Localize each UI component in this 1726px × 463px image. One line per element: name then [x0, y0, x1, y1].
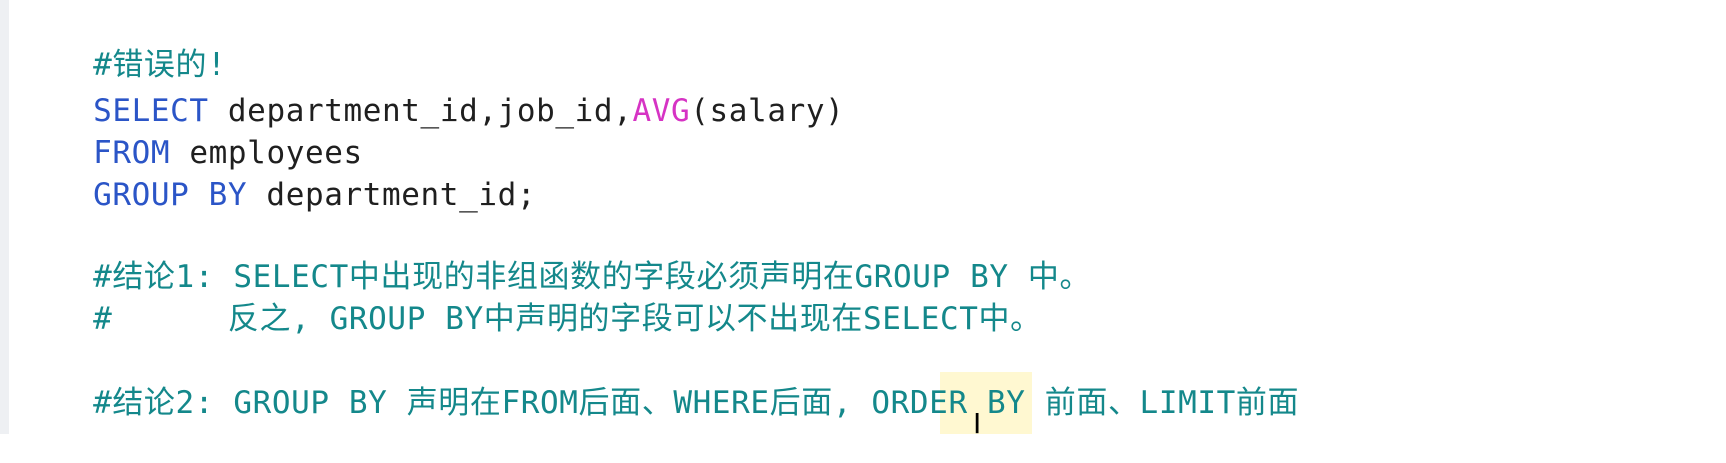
- editor-gutter: [0, 0, 9, 434]
- code-editor[interactable]: #错误的! SELECT department_id,job_id,AVG(sa…: [0, 0, 1726, 438]
- comment-text: # 反之, GROUP BY中声明的字段可以不出现在SELECT中。: [93, 301, 1042, 337]
- code-line-2: SELECT department_id,job_id,AVG(salary): [16, 51, 844, 129]
- code-line-4: GROUP BY department_id;: [16, 135, 536, 213]
- function-avg: AVG: [632, 93, 691, 129]
- keyword-group-by: GROUP BY: [93, 177, 248, 213]
- code-text: department_id;: [247, 177, 537, 213]
- code-line-1: #错误的!: [16, 5, 226, 83]
- code-line-7: # 反之, GROUP BY中声明的字段可以不出现在SELECT中。: [16, 259, 1042, 337]
- code-line-9: #结论2: GROUP BY 声明在FROM后面、WHERE后面, ORDER …: [16, 343, 1299, 421]
- code-line-3: FROM employees: [16, 93, 363, 171]
- comment-text: #结论2: GROUP BY 声明在FROM后面、WHERE后面, ORDER …: [93, 385, 1300, 421]
- code-text: (salary): [690, 93, 845, 129]
- code-line-6: #结论1: SELECT中出现的非组函数的字段必须声明在GROUP BY 中。: [16, 217, 1091, 295]
